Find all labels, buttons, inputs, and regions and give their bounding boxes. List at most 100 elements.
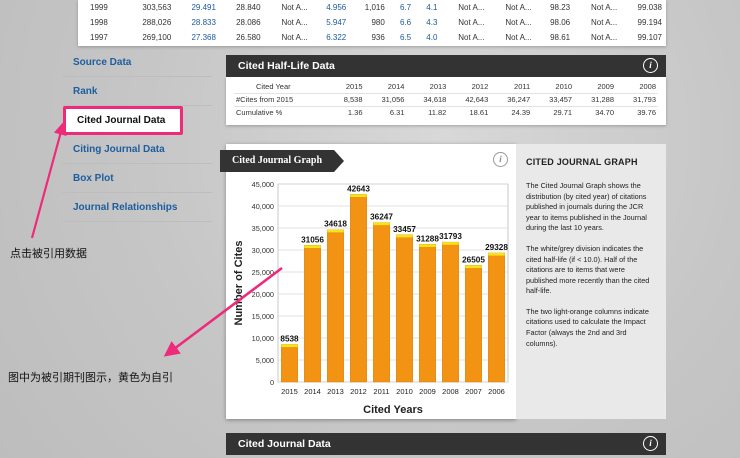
- graph-description-paragraph: The white/grey division indicates the ci…: [526, 243, 650, 296]
- y-tick-label: 45,000: [252, 180, 274, 189]
- table-cell: Not A...: [281, 33, 308, 42]
- table-cell[interactable]: 1998: [78, 15, 124, 30]
- table-cell[interactable]: 4.0: [415, 30, 441, 45]
- source-data-grid: 1999 303,563 29.491 28.840 Not A... 4.956 1,01…: [78, 0, 666, 45]
- table-cell: Not A...: [505, 33, 532, 42]
- table-cell: 303,563: [142, 3, 172, 12]
- table-cell[interactable]: 6.6: [389, 15, 415, 30]
- cited-half-life-title: Cited Half-Life Data: [238, 60, 335, 72]
- self-cite-segment: [327, 229, 344, 233]
- data-label: 29328: [485, 243, 508, 252]
- annotation-graph-note: 图中为被引期刊图示，黄色为自引: [8, 371, 173, 384]
- self-cite-segment: [488, 252, 505, 256]
- y-tick-label: 5,000: [256, 356, 274, 365]
- table-cell: 28.086: [236, 18, 261, 27]
- table-cell: 288,026: [142, 18, 172, 27]
- y-tick-label: 35,000: [252, 224, 274, 233]
- table-cell: 936: [371, 33, 385, 42]
- table-cell: 2011: [490, 80, 533, 94]
- annotation-click-cited-data: 点击被引用数据: [10, 247, 87, 260]
- data-label: 42643: [347, 184, 370, 193]
- info-icon[interactable]: i: [643, 58, 658, 73]
- sidebar-item-cited-journal-data[interactable]: Cited Journal Data: [63, 106, 183, 135]
- table-cell: 98.23: [550, 3, 571, 12]
- sidebar-item-rank[interactable]: Rank: [62, 77, 212, 106]
- sidebar-item-box-plot[interactable]: Box Plot: [62, 164, 212, 193]
- table-row: Cumulative % 1.36 6.31 11.82 18.61 24.39 29.71…: [234, 106, 658, 119]
- table-cell[interactable]: 4.1: [415, 0, 441, 15]
- sidebar-item-journal-relationships[interactable]: Journal Relationships: [62, 193, 212, 222]
- data-label: 31793: [439, 232, 462, 241]
- table-cell: 39.76: [637, 108, 656, 118]
- cited-half-life-panel: Cited Half-Life Data i Cited Year 2015 201…: [226, 55, 666, 125]
- x-tick-label: 2008: [442, 387, 459, 396]
- table-cell[interactable]: 1999: [78, 0, 124, 15]
- row-label: Cited Year: [234, 80, 330, 94]
- table-cell: Not A...: [458, 33, 485, 42]
- table-row: Cited Year 2015 2014 2013 2012 2011 2010 2009 20…: [234, 80, 658, 94]
- y-tick-label: 0: [270, 378, 274, 387]
- sidebar-item-citing-journal-data[interactable]: Citing Journal Data: [62, 135, 212, 164]
- table-cell[interactable]: 27.368: [175, 30, 220, 45]
- table-cell[interactable]: 5.947: [312, 15, 351, 30]
- y-tick-label: 20,000: [252, 290, 274, 299]
- table-cell: 28.840: [236, 3, 261, 12]
- y-tick-label: 10,000: [252, 334, 274, 343]
- table-row: 1999 303,563 29.491 28.840 Not A... 4.956 1,01…: [78, 0, 666, 15]
- data-label: 26505: [462, 255, 485, 264]
- cited-journal-graph-chart: 0 5,000 10,000 15,000 20,000 25,000 30,000 35,0…: [233, 180, 509, 416]
- table-cell: Not A...: [281, 3, 308, 12]
- cited-half-life-header: Cited Half-Life Data i: [226, 55, 666, 77]
- x-tick-label: 2012: [350, 387, 367, 396]
- x-tick-label: 2007: [465, 387, 482, 396]
- info-icon[interactable]: i: [643, 436, 658, 451]
- bar: [304, 245, 321, 383]
- self-cite-segment: [350, 194, 367, 198]
- table-cell: 99.194: [637, 18, 662, 27]
- bar: [442, 241, 459, 383]
- y-tick-label: 30,000: [252, 246, 274, 255]
- sidebar-nav: Source Data Rank Cited Journal Data Citi…: [62, 48, 212, 222]
- y-tick-label: 25,000: [252, 268, 274, 277]
- table-cell: 36,247: [490, 93, 533, 107]
- table-cell[interactable]: 29.491: [175, 0, 220, 15]
- table-cell: 2015: [329, 80, 365, 94]
- self-cite-segment: [396, 234, 413, 238]
- bar: [327, 229, 344, 383]
- table-cell[interactable]: 28.833: [175, 15, 220, 30]
- table-cell: 980: [371, 18, 385, 27]
- table-cell: Not A...: [458, 3, 485, 12]
- table-cell: 33,457: [532, 93, 575, 107]
- y-tick-label: 40,000: [252, 202, 274, 211]
- sidebar-item-source-data[interactable]: Source Data: [62, 48, 212, 77]
- bar: [419, 244, 436, 383]
- bar: [465, 265, 482, 383]
- table-cell[interactable]: 6.7: [389, 0, 415, 15]
- x-tick-label: 2006: [488, 387, 505, 396]
- table-cell[interactable]: 1997: [78, 30, 124, 45]
- info-icon[interactable]: i: [493, 152, 508, 167]
- x-tick-label: 2015: [281, 387, 298, 396]
- data-label: 8538: [280, 334, 299, 343]
- data-label: 33457: [393, 225, 416, 234]
- bar: [396, 234, 413, 383]
- table-cell: 29.71: [553, 108, 573, 118]
- table-cell[interactable]: 4.3: [415, 15, 441, 30]
- row-label: #Cites from 2015: [234, 93, 330, 107]
- table-cell[interactable]: 4.956: [312, 0, 351, 15]
- self-cite-segment: [281, 344, 298, 348]
- table-row: 1998 288,026 28.833 28.086 Not A... 5.947 980 6…: [78, 15, 666, 30]
- table-cell: 269,100: [142, 33, 172, 42]
- table-cell[interactable]: 6.5: [389, 30, 415, 45]
- data-label: 36247: [370, 213, 393, 222]
- x-tick-label: 2013: [327, 387, 344, 396]
- y-tick-label: 15,000: [252, 312, 274, 321]
- row-label: Cumulative %: [236, 108, 283, 118]
- table-cell: 2013: [406, 80, 449, 94]
- graph-description-title: CITED JOURNAL GRAPH: [526, 157, 638, 167]
- table-cell[interactable]: 6.322: [312, 30, 351, 45]
- cited-journal-data-panel: Cited Journal Data i: [226, 433, 666, 455]
- cited-journal-graph-title: Cited Journal Graph: [220, 150, 345, 172]
- table-cell: 98.61: [550, 33, 571, 42]
- x-tick-label: 2010: [396, 387, 413, 396]
